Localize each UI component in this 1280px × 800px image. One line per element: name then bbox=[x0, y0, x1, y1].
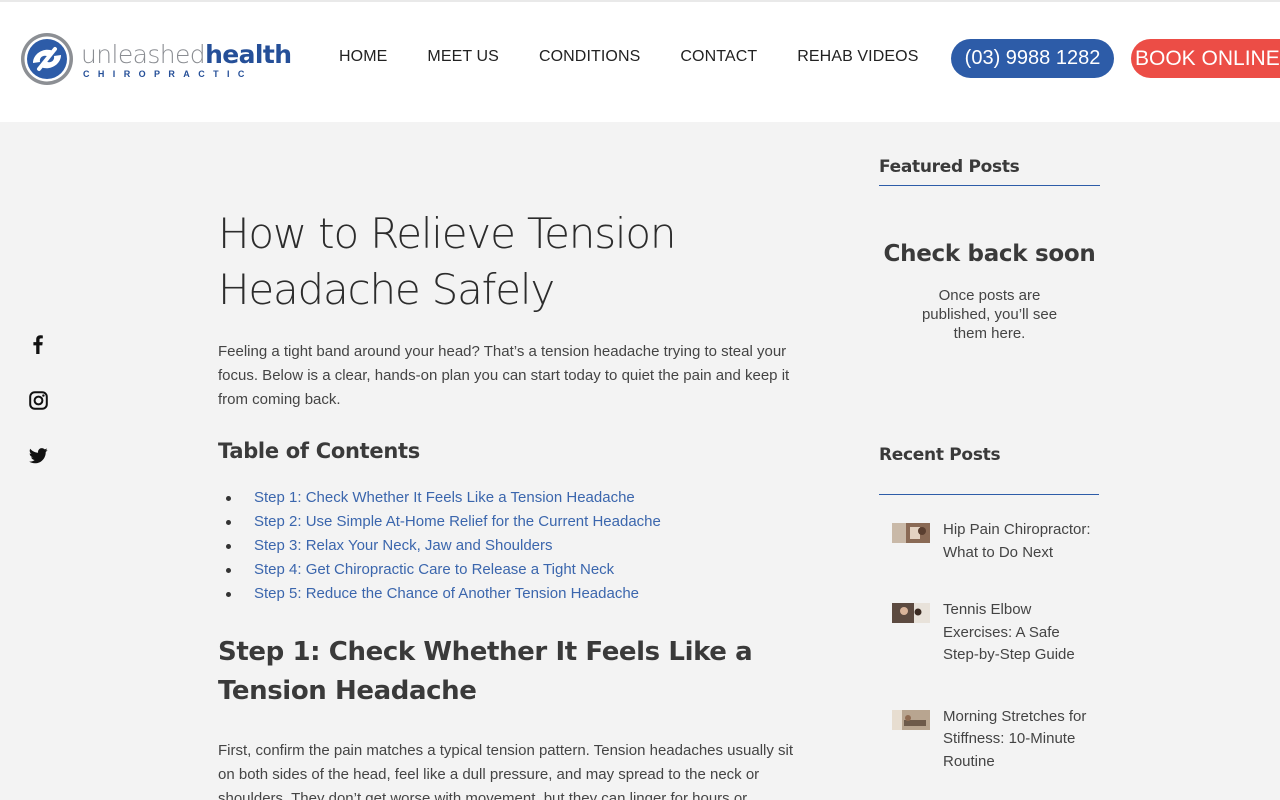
nav-meet-us[interactable]: MEET US bbox=[427, 48, 499, 66]
nav-home[interactable]: HOME bbox=[339, 48, 387, 66]
post-thumbnail[interactable] bbox=[892, 523, 930, 543]
featured-divider bbox=[879, 185, 1100, 186]
toc-link-step-3[interactable]: Step 3: Relax Your Neck, Jaw and Shoulde… bbox=[254, 537, 553, 554]
toc-link-step-4[interactable]: Step 4: Get Chiropractic Care to Release… bbox=[254, 561, 614, 578]
logo-wordmark: unleashedhealth bbox=[81, 39, 292, 69]
post-thumbnail[interactable] bbox=[892, 709, 930, 730]
toc-link-step-5[interactable]: Step 5: Reduce the Chance of Another Ten… bbox=[254, 585, 639, 602]
blog-sidebar: Featured Posts Check back soon Once post… bbox=[879, 157, 1100, 770]
nav-contact[interactable]: CONTACT bbox=[680, 48, 757, 66]
toc-item: Step 1: Check Whether It Feels Like a Te… bbox=[226, 486, 813, 510]
recent-divider bbox=[879, 494, 1099, 495]
phone-button[interactable]: (03) 9988 1282 bbox=[951, 39, 1114, 78]
recent-posts-list: Hip Pain Chiropractor: What to Do Next T… bbox=[892, 519, 1102, 773]
check-back-text: Once posts are published, you’ll see the… bbox=[921, 287, 1058, 342]
post-thumbnail[interactable] bbox=[892, 603, 930, 623]
recent-post-title[interactable]: Morning Stretches for Stiffness: 10-Minu… bbox=[943, 706, 1095, 774]
toc-link-step-1[interactable]: Step 1: Check Whether It Feels Like a Te… bbox=[254, 489, 635, 506]
logo-tagline: CHIROPRACTIC bbox=[83, 68, 253, 79]
toc-item: Step 4: Get Chiropractic Care to Release… bbox=[226, 558, 813, 582]
check-back-title: Check back soon bbox=[883, 241, 1096, 267]
article-title: How to Relieve Tension Headache Safely bbox=[218, 209, 677, 314]
book-online-button[interactable]: BOOK ONLINE bbox=[1131, 39, 1280, 78]
twitter-icon[interactable] bbox=[26, 444, 50, 468]
recent-post-item[interactable]: Hip Pain Chiropractor: What to Do Next bbox=[892, 519, 1102, 564]
site-header: unleashedhealth CHIROPRACTIC HOME MEET U… bbox=[0, 0, 1280, 122]
toc-item: Step 5: Reduce the Chance of Another Ten… bbox=[226, 582, 813, 606]
recent-post-item[interactable]: Morning Stretches for Stiffness: 10-Minu… bbox=[892, 706, 1102, 774]
recent-post-item[interactable]: Tennis Elbow Exercises: A Safe Step-by-S… bbox=[892, 599, 1102, 667]
instagram-icon[interactable] bbox=[26, 388, 50, 412]
toc-item: Step 2: Use Simple At-Home Relief for th… bbox=[226, 510, 813, 534]
recent-post-title[interactable]: Tennis Elbow Exercises: A Safe Step-by-S… bbox=[943, 599, 1095, 667]
main-nav: HOME MEET US CONDITIONS CONTACT REHAB VI… bbox=[339, 48, 918, 66]
toc-heading: Table of Contents bbox=[218, 439, 420, 463]
recent-post-title[interactable]: Hip Pain Chiropractor: What to Do Next bbox=[943, 519, 1095, 564]
step-1-body: First, confirm the pain matches a typica… bbox=[218, 742, 794, 800]
facebook-icon[interactable] bbox=[26, 332, 50, 356]
table-of-contents: Step 1: Check Whether It Feels Like a Te… bbox=[218, 486, 813, 606]
toc-link-step-2[interactable]: Step 2: Use Simple At-Home Relief for th… bbox=[254, 513, 661, 530]
recent-posts-heading: Recent Posts bbox=[879, 445, 1001, 465]
site-logo[interactable]: unleashedhealth CHIROPRACTIC bbox=[19, 31, 292, 87]
featured-posts-heading: Featured Posts bbox=[879, 157, 1020, 177]
nav-conditions[interactable]: CONDITIONS bbox=[539, 48, 640, 66]
article-intro: Feeling a tight band around your head? T… bbox=[218, 343, 790, 408]
step-1-heading: Step 1: Check Whether It Feels Like a Te… bbox=[218, 637, 753, 706]
blog-article: How to Relieve Tension Headache Safely Fe… bbox=[218, 206, 813, 800]
logo-mark-icon bbox=[21, 33, 73, 85]
toc-item: Step 3: Relax Your Neck, Jaw and Shoulde… bbox=[226, 534, 813, 558]
nav-rehab-videos[interactable]: REHAB VIDEOS bbox=[797, 48, 918, 66]
